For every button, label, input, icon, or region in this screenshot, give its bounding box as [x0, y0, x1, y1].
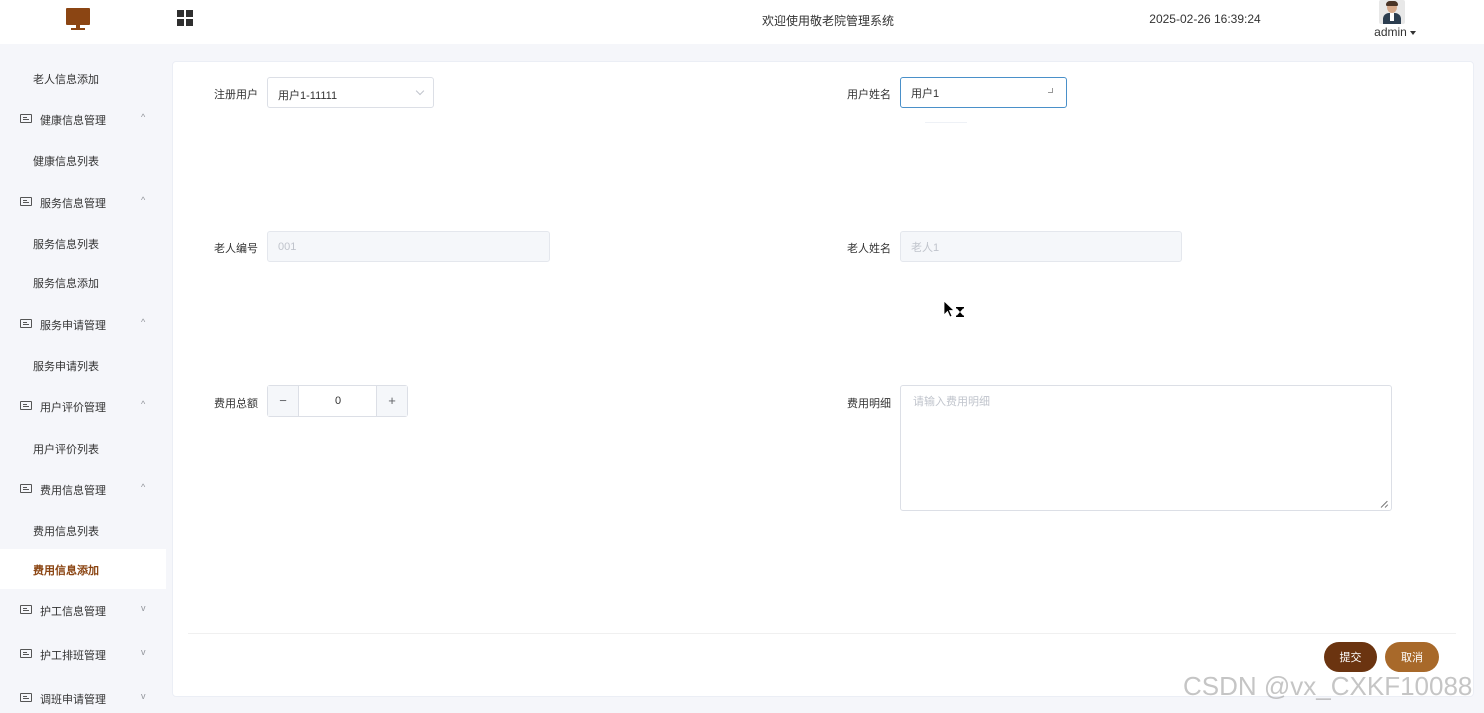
chevron-down-icon: v: [141, 691, 146, 701]
sidebar-item-label: 健康信息列表: [33, 156, 99, 168]
sidebar-item-service-list[interactable]: 服务信息列表: [0, 223, 166, 263]
sidebar-item-health-list[interactable]: 健康信息列表: [0, 140, 166, 180]
sidebar-item-label: 费用信息列表: [33, 526, 99, 538]
resize-mark-icon: [1048, 88, 1053, 93]
user-menu[interactable]: admin: [1370, 25, 1420, 39]
avatar[interactable]: [1379, 0, 1405, 24]
sidebar-item-label: 健康信息管理: [40, 115, 106, 127]
input-hint-line: [925, 122, 967, 123]
chevron-up-icon: ^: [141, 482, 146, 492]
sidebar-item-label: 服务信息添加: [33, 278, 99, 290]
chevron-up-icon: ^: [141, 317, 146, 327]
current-datetime: 2025-02-26 16:39:24: [1149, 12, 1261, 26]
elder-name-input[interactable]: [900, 231, 1182, 262]
document-icon: [20, 197, 32, 206]
sidebar-item-fee-add[interactable]: 费用信息添加: [0, 549, 166, 589]
fee-total-stepper[interactable]: − +: [267, 385, 408, 417]
top-bar: 欢迎使用敬老院管理系统 2025-02-26 16:39:24 admin: [0, 0, 1484, 44]
user-name-input[interactable]: [900, 77, 1067, 108]
user-name-label: 用户姓名: [847, 89, 891, 101]
registered-user-label: 注册用户: [214, 89, 258, 101]
document-icon: [20, 319, 32, 328]
sidebar-item-label: 服务信息列表: [33, 239, 99, 251]
registered-user-value: 用户1-11111: [278, 90, 338, 102]
busy-cursor-icon: [943, 300, 964, 318]
sidebar-group-shift-apply[interactable]: 调班申请管理 v: [0, 678, 166, 713]
sidebar-item-fee-list[interactable]: 费用信息列表: [0, 510, 166, 550]
sidebar-item-label: 用户评价管理: [40, 402, 106, 414]
monitor-logo-icon: [66, 8, 90, 30]
fee-detail-label: 费用明细: [847, 398, 891, 410]
sidebar-group-review[interactable]: 用户评价管理 ^: [0, 386, 166, 426]
fee-total-input[interactable]: [300, 386, 376, 416]
document-icon: [20, 649, 32, 658]
chevron-up-icon: ^: [141, 399, 146, 409]
cancel-button[interactable]: 取消: [1385, 642, 1439, 672]
sidebar-item-label: 服务信息管理: [40, 198, 106, 210]
elder-name-label: 老人姓名: [847, 243, 891, 255]
fee-total-label: 费用总额: [214, 398, 258, 410]
submit-button[interactable]: 提交: [1324, 642, 1377, 672]
sidebar-item-label: 服务申请管理: [40, 320, 106, 332]
sidebar-item-label: 用户评价列表: [33, 444, 99, 456]
sidebar-item-service-add[interactable]: 服务信息添加: [0, 262, 166, 302]
decrement-button[interactable]: −: [268, 386, 299, 416]
caret-down-icon: [1409, 30, 1416, 35]
sidebar-item-service-apply-list[interactable]: 服务申请列表: [0, 345, 166, 385]
sidebar-group-service-apply[interactable]: 服务申请管理 ^: [0, 304, 166, 344]
sidebar-group-health[interactable]: 健康信息管理 ^: [0, 99, 166, 139]
sidebar-group-service[interactable]: 服务信息管理 ^: [0, 182, 166, 222]
sidebar-item-label: 护工信息管理: [40, 606, 106, 618]
elder-id-label: 老人编号: [214, 243, 258, 255]
form-card: [172, 61, 1474, 697]
menu-grid-icon[interactable]: [177, 10, 193, 26]
sidebar-group-schedule[interactable]: 护工排班管理 v: [0, 634, 166, 674]
elder-id-input[interactable]: [267, 231, 550, 262]
document-icon: [20, 484, 32, 493]
fee-detail-textarea[interactable]: [900, 385, 1392, 511]
document-icon: [20, 401, 32, 410]
welcome-title: 欢迎使用敬老院管理系统: [761, 14, 894, 28]
chevron-up-icon: ^: [141, 112, 146, 122]
sidebar-group-fee[interactable]: 费用信息管理 ^: [0, 469, 166, 509]
chevron-down-icon: v: [141, 603, 146, 613]
watermark: CSDN @vx_CXKF10088: [1183, 671, 1473, 701]
chevron-down-icon: [415, 86, 425, 96]
document-icon: [20, 693, 32, 702]
sidebar-item-elder-add[interactable]: 老人信息添加: [0, 58, 166, 98]
registered-user-select[interactable]: 用户1-11111: [267, 77, 434, 108]
sidebar: 老人信息添加 健康信息管理 ^ 健康信息列表 服务信息管理 ^ 服务信息列表 服…: [0, 44, 166, 713]
sidebar-item-label: 费用信息管理: [40, 485, 106, 497]
divider: [188, 633, 1456, 634]
sidebar-item-label: 费用信息添加: [33, 565, 99, 577]
sidebar-group-caregiver[interactable]: 护工信息管理 v: [0, 590, 166, 630]
username: admin: [1374, 25, 1407, 39]
sidebar-item-label: 调班申请管理: [40, 694, 106, 706]
increment-button[interactable]: +: [376, 386, 407, 416]
chevron-down-icon: v: [141, 647, 146, 657]
document-icon: [20, 114, 32, 123]
sidebar-item-label: 护工排班管理: [40, 650, 106, 662]
chevron-up-icon: ^: [141, 195, 146, 205]
resize-grip-icon[interactable]: [1381, 501, 1388, 508]
sidebar-item-label: 服务申请列表: [33, 361, 99, 373]
sidebar-item-label: 老人信息添加: [33, 74, 99, 86]
document-icon: [20, 605, 32, 614]
sidebar-item-review-list[interactable]: 用户评价列表: [0, 428, 166, 468]
